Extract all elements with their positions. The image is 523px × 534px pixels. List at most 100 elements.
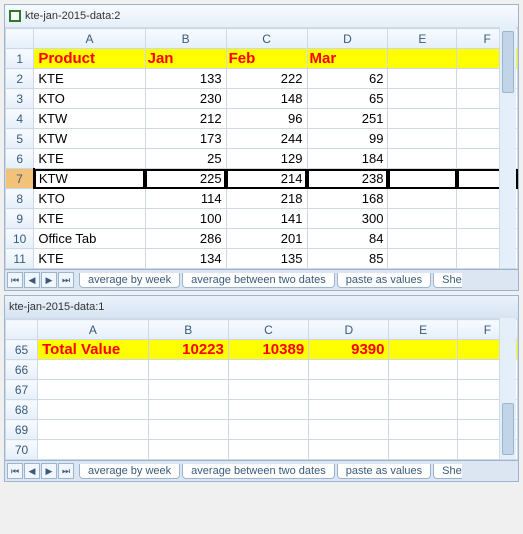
cell[interactable]: 134 — [145, 249, 226, 269]
cell[interactable] — [388, 249, 457, 269]
cell[interactable] — [38, 400, 148, 420]
cell[interactable]: 214 — [226, 169, 307, 189]
col-header[interactable]: B — [145, 29, 226, 49]
sheet-tab[interactable]: average by week — [79, 273, 180, 288]
cell[interactable] — [309, 420, 389, 440]
cell[interactable]: KTW — [34, 169, 145, 189]
tab-nav-first-icon[interactable]: ⏮ — [7, 272, 23, 288]
cell[interactable] — [228, 400, 308, 420]
cell[interactable] — [389, 420, 457, 440]
cell[interactable]: 225 — [145, 169, 226, 189]
cell[interactable]: 9390 — [309, 340, 389, 360]
cell[interactable]: KTE — [34, 249, 145, 269]
cell[interactable] — [38, 380, 148, 400]
cell[interactable] — [388, 149, 457, 169]
cell[interactable]: Jan — [145, 49, 226, 69]
cell[interactable] — [388, 89, 457, 109]
row-header[interactable]: 7 — [6, 169, 34, 189]
tab-nav-first-icon[interactable]: ⏮ — [7, 463, 23, 479]
table-row[interactable]: 3KTO23014865 — [6, 89, 518, 109]
row-header[interactable]: 9 — [6, 209, 34, 229]
cell[interactable]: 300 — [307, 209, 388, 229]
cell[interactable] — [388, 49, 457, 69]
table-row[interactable]: 69 — [6, 420, 518, 440]
cell[interactable]: 99 — [307, 129, 388, 149]
cell[interactable] — [388, 69, 457, 89]
cell[interactable] — [388, 129, 457, 149]
cell[interactable]: 96 — [226, 109, 307, 129]
cell[interactable] — [228, 380, 308, 400]
tab-nav-next-icon[interactable]: ▶ — [41, 272, 57, 288]
cell[interactable]: 218 — [226, 189, 307, 209]
cell[interactable]: KTO — [34, 189, 145, 209]
table-row[interactable]: 10Office Tab28620184 — [6, 229, 518, 249]
spreadsheet-grid[interactable]: A B C D E F 1 Product Jan Feb Mar 2KTE13… — [5, 28, 518, 269]
table-row[interactable]: 7KTW225214238 — [6, 169, 518, 189]
cell[interactable]: 25 — [145, 149, 226, 169]
cell[interactable]: 133 — [145, 69, 226, 89]
cell[interactable] — [148, 360, 228, 380]
cell[interactable]: 135 — [226, 249, 307, 269]
table-row[interactable]: 67 — [6, 380, 518, 400]
cell[interactable]: KTE — [34, 69, 145, 89]
row-header[interactable]: 66 — [6, 360, 38, 380]
col-header[interactable]: E — [389, 320, 457, 340]
cell[interactable] — [388, 209, 457, 229]
table-row[interactable]: 5KTW17324499 — [6, 129, 518, 149]
cell[interactable]: 85 — [307, 249, 388, 269]
cell[interactable]: 141 — [226, 209, 307, 229]
row-header[interactable]: 1 — [6, 49, 34, 69]
cell[interactable]: 129 — [226, 149, 307, 169]
sheet-tab[interactable]: She — [433, 273, 462, 288]
cell[interactable] — [389, 340, 457, 360]
tab-nav-next-icon[interactable]: ▶ — [41, 463, 57, 479]
cell[interactable]: KTW — [34, 109, 145, 129]
cell[interactable]: KTO — [34, 89, 145, 109]
table-row[interactable]: 70 — [6, 440, 518, 460]
cell[interactable]: Product — [34, 49, 145, 69]
table-row[interactable]: 2KTE13322262 — [6, 69, 518, 89]
col-header[interactable]: A — [34, 29, 145, 49]
cell[interactable] — [389, 440, 457, 460]
cell[interactable] — [148, 400, 228, 420]
col-header[interactable]: C — [228, 320, 308, 340]
cell[interactable] — [228, 420, 308, 440]
cell[interactable]: 10389 — [228, 340, 308, 360]
table-row[interactable]: 4KTW21296251 — [6, 109, 518, 129]
cell[interactable]: 244 — [226, 129, 307, 149]
cell[interactable]: 238 — [307, 169, 388, 189]
cell[interactable]: 148 — [226, 89, 307, 109]
col-header[interactable]: D — [307, 29, 388, 49]
cell[interactable] — [38, 440, 148, 460]
sheet-tab[interactable]: average by week — [79, 464, 180, 479]
cell[interactable] — [228, 360, 308, 380]
cell[interactable]: 10223 — [148, 340, 228, 360]
cell[interactable] — [388, 189, 457, 209]
row-header[interactable]: 2 — [6, 69, 34, 89]
table-row[interactable]: 6KTE25129184 — [6, 149, 518, 169]
col-header[interactable]: B — [148, 320, 228, 340]
row-header[interactable]: 4 — [6, 109, 34, 129]
cell[interactable] — [309, 360, 389, 380]
cell[interactable]: Total Value — [38, 340, 148, 360]
column-header-row[interactable]: A B C D E F — [6, 29, 518, 49]
cell[interactable]: KTE — [34, 149, 145, 169]
row-header[interactable]: 67 — [6, 380, 38, 400]
row-header[interactable]: 3 — [6, 89, 34, 109]
select-all-corner[interactable] — [6, 320, 38, 340]
row-header[interactable]: 69 — [6, 420, 38, 440]
cell[interactable] — [38, 360, 148, 380]
vertical-scrollbar[interactable] — [499, 318, 516, 459]
cell[interactable] — [389, 360, 457, 380]
cell[interactable]: 222 — [226, 69, 307, 89]
cell[interactable]: 184 — [307, 149, 388, 169]
row-header[interactable]: 65 — [6, 340, 38, 360]
cell[interactable]: 230 — [145, 89, 226, 109]
table-row[interactable]: 66 — [6, 360, 518, 380]
tab-nav-last-icon[interactable]: ⏭ — [58, 463, 74, 479]
cell[interactable] — [148, 380, 228, 400]
table-row[interactable]: 68 — [6, 400, 518, 420]
col-header[interactable]: C — [226, 29, 307, 49]
scrollbar-thumb[interactable] — [502, 31, 514, 93]
row-header[interactable]: 8 — [6, 189, 34, 209]
